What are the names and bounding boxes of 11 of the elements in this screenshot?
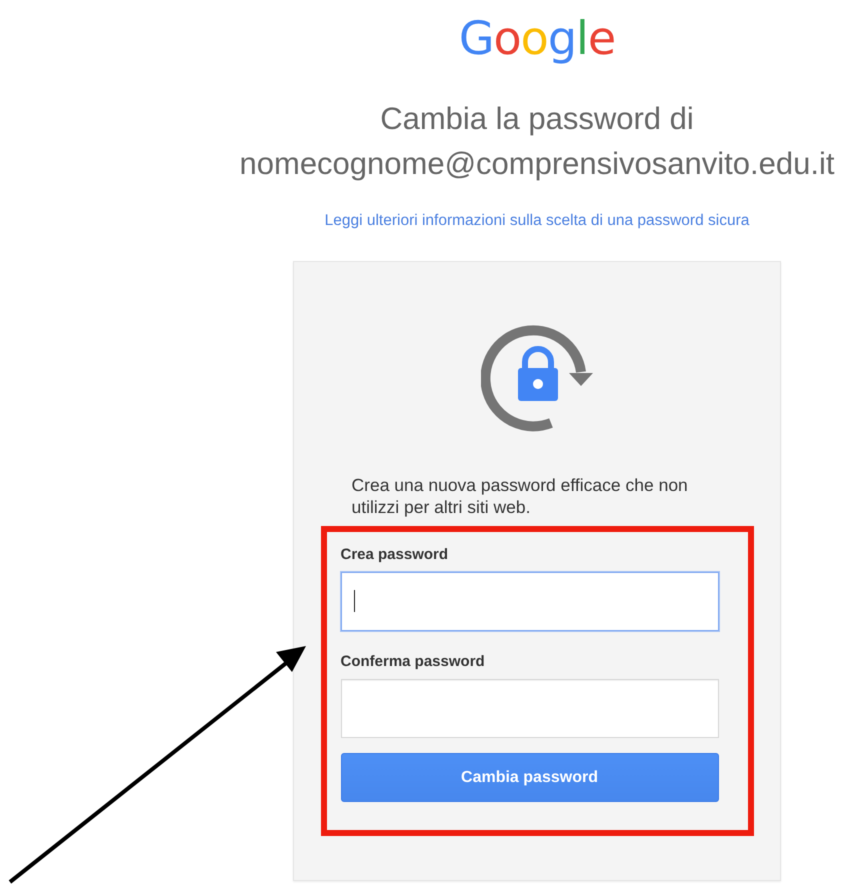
page-title: Cambia la password di: [379, 100, 695, 138]
password-field[interactable]: [340, 572, 718, 631]
help-link[interactable]: Leggi ulteriori informazioni sulla scelta di una password sicura: [317, 208, 757, 233]
password-field[interactable]: [340, 679, 718, 738]
field-label: Conferma password: [340, 653, 486, 670]
account-email: nomecognome@comprensivosanvito.edu.it: [240, 145, 834, 183]
text-cursor: [354, 590, 355, 612]
change-password-button[interactable]: Cambia password: [340, 753, 718, 802]
google-logo: Google: [458, 10, 616, 66]
intro-text: Crea una nuova password efficace che non utilizzi per altri siti web.: [350, 474, 689, 518]
field-label: Crea password: [340, 546, 450, 563]
